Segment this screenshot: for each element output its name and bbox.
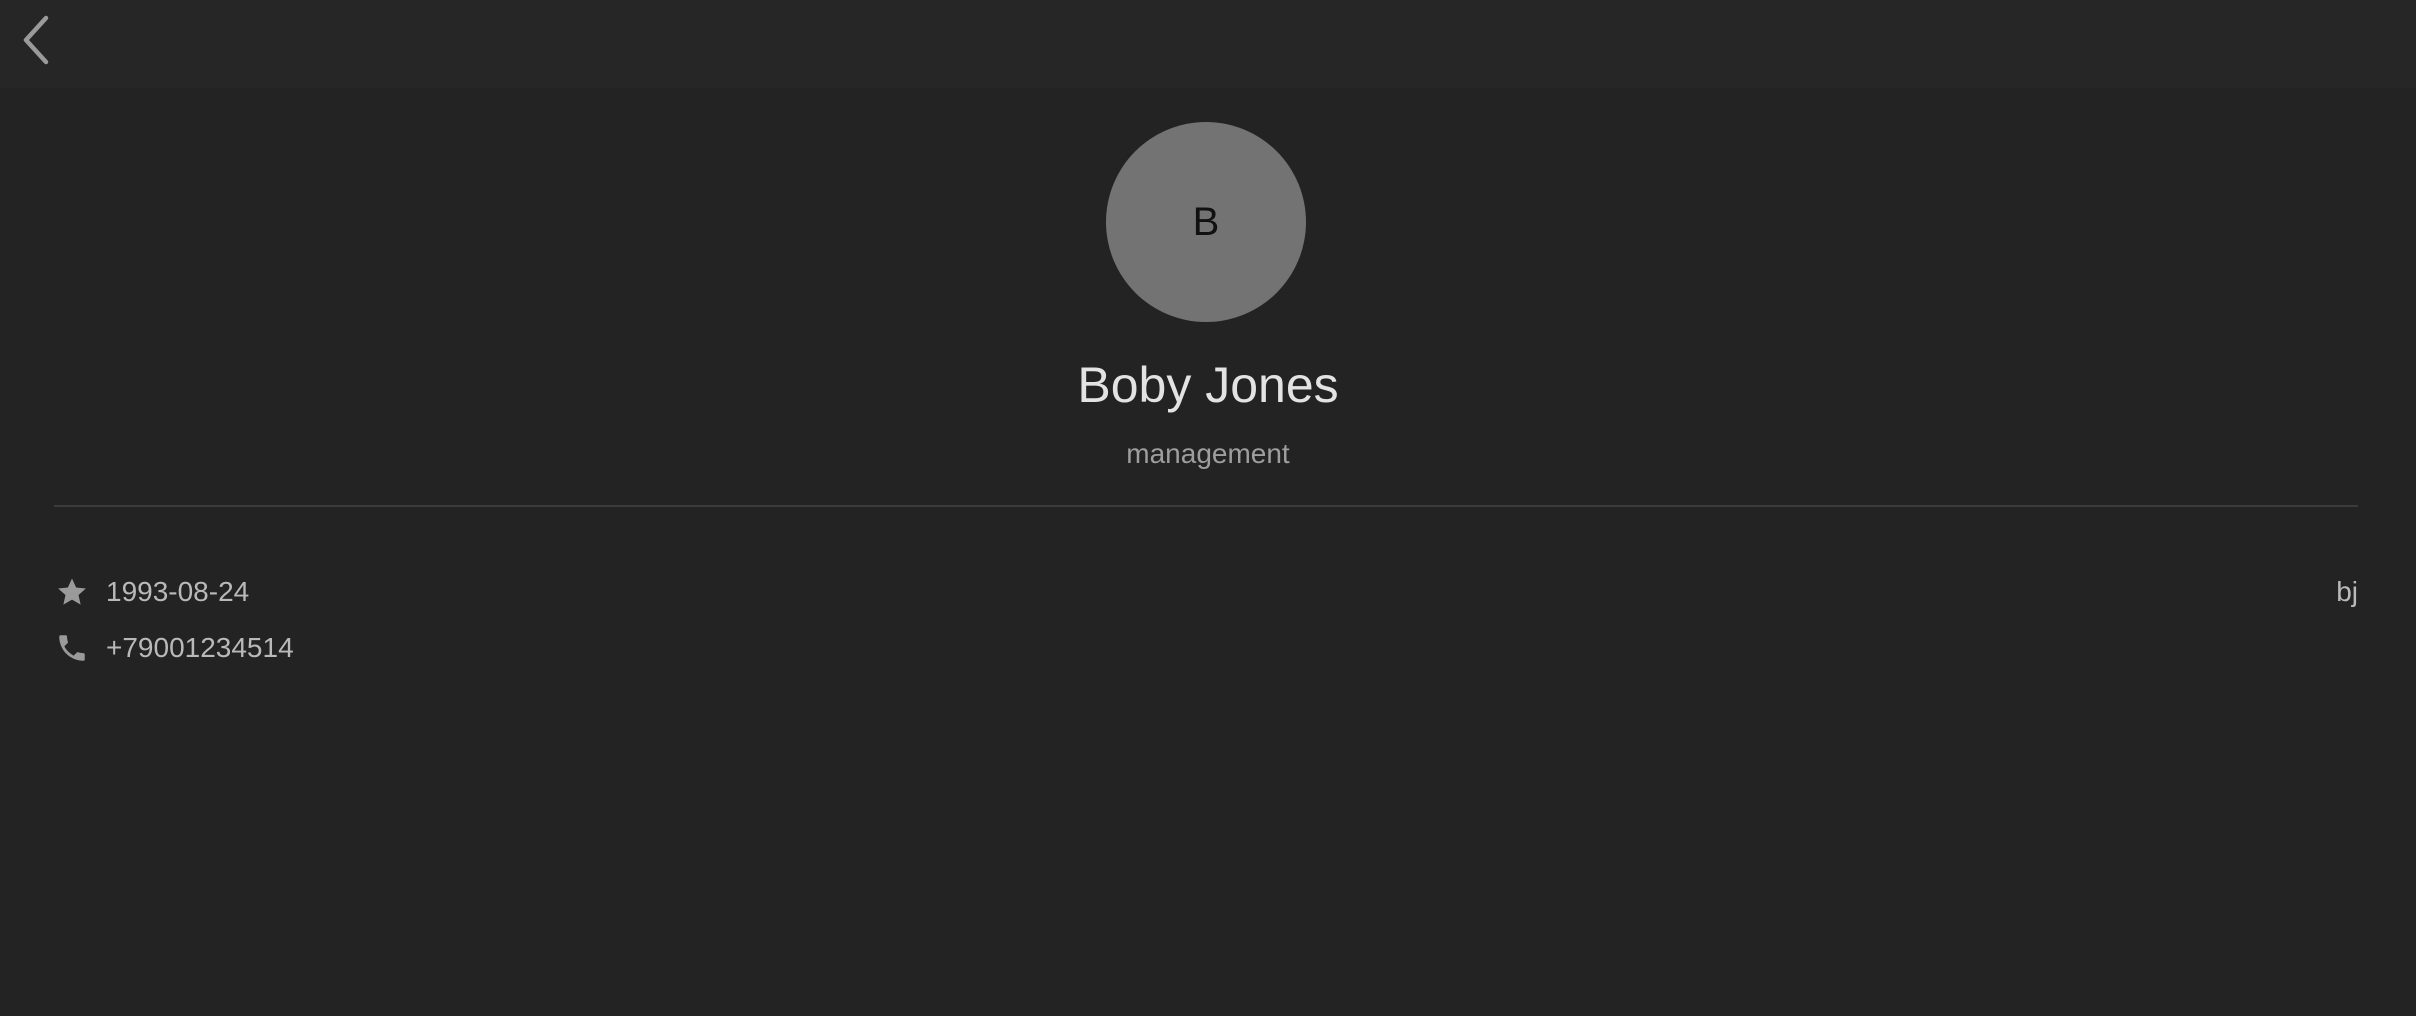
birthday-text: 1993-08-24 xyxy=(106,576,250,607)
phone-icon xyxy=(54,630,90,666)
app-bar xyxy=(0,0,2416,88)
nickname-text: bj xyxy=(2336,576,2358,607)
phone-text[interactable]: +79001234514 xyxy=(106,632,294,664)
star-icon xyxy=(54,574,90,610)
avatar-initial: B xyxy=(1192,199,1220,244)
birthday-row: 1993-08-24 xyxy=(54,568,249,616)
chevron-left-icon xyxy=(23,15,49,65)
contact-name: Boby Jones xyxy=(1077,357,1339,413)
phone-row[interactable]: +79001234514 xyxy=(54,624,294,672)
avatar: B xyxy=(1106,122,1306,322)
contact-department: management xyxy=(1126,438,1290,469)
divider xyxy=(54,505,2358,507)
back-button[interactable] xyxy=(8,12,64,68)
